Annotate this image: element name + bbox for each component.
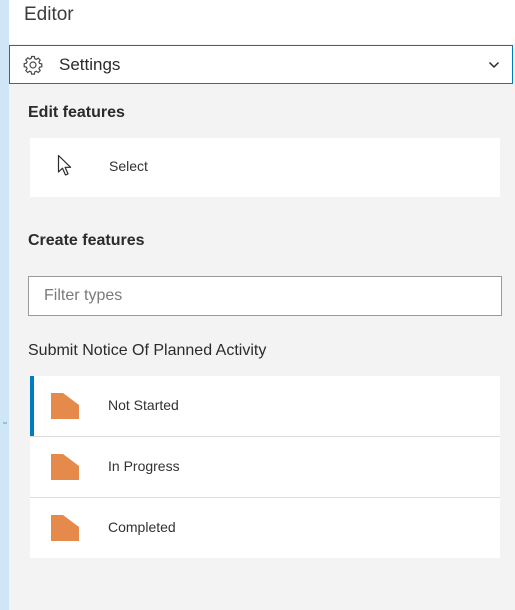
layer-group-title: Submit Notice Of Planned Activity (28, 342, 267, 359)
gear-icon (23, 55, 43, 75)
polygon-swatch-icon (51, 454, 79, 480)
map-edge-mark (3, 422, 7, 424)
feature-type-not-started[interactable]: Not Started (30, 376, 500, 437)
edit-features-heading: Edit features (28, 104, 125, 121)
feature-type-label: Completed (108, 519, 176, 535)
editor-header: Editor (9, 0, 515, 44)
feature-type-completed[interactable]: Completed (30, 498, 500, 558)
pointer-cursor-icon (57, 154, 72, 176)
feature-type-label: Not Started (108, 397, 179, 413)
select-tool-button[interactable]: Select (30, 138, 500, 197)
create-features-heading: Create features (28, 232, 145, 249)
panel-title: Editor (24, 4, 74, 25)
chevron-down-icon (488, 61, 500, 69)
feature-type-label: In Progress (108, 458, 180, 474)
select-tool-label: Select (109, 158, 148, 174)
filter-types-input[interactable] (28, 276, 502, 316)
feature-type-list: Not Started In Progress Completed (30, 376, 500, 558)
settings-label: Settings (59, 55, 121, 74)
settings-dropdown[interactable]: Settings (9, 45, 513, 84)
feature-type-in-progress[interactable]: In Progress (30, 437, 500, 498)
polygon-swatch-icon (51, 393, 79, 419)
polygon-swatch-icon (51, 515, 79, 541)
map-edge-strip (0, 0, 9, 610)
